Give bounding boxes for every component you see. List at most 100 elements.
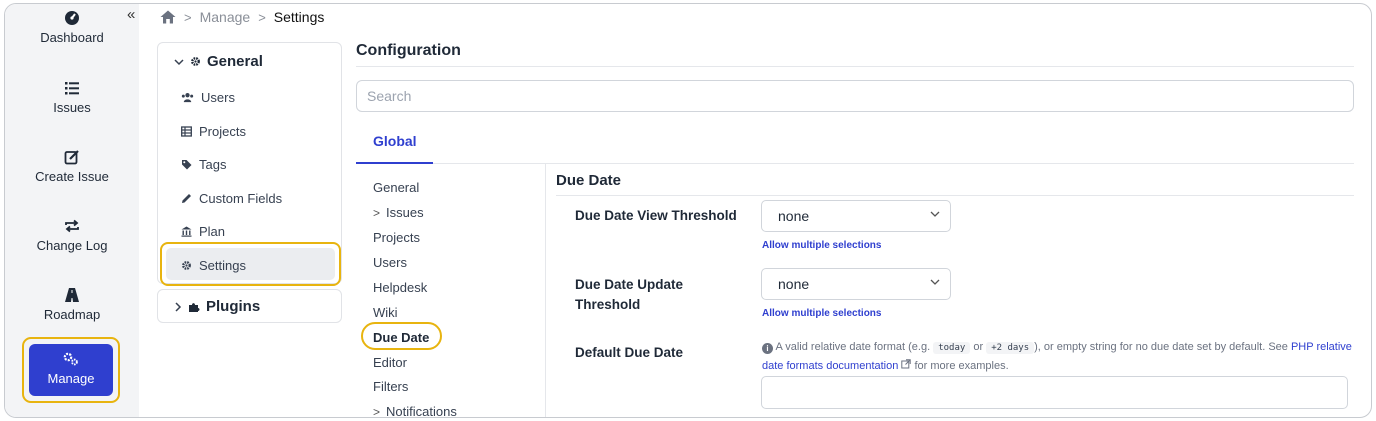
plugins-panel[interactable]: Plugins xyxy=(157,289,342,323)
rail-item-roadmap[interactable]: Roadmap xyxy=(5,287,139,322)
chevron-down-icon xyxy=(174,58,184,65)
help-text: or xyxy=(973,341,984,353)
chevron-right-icon xyxy=(175,301,182,312)
general-section-header[interactable]: General xyxy=(174,53,263,70)
breadcrumb-manage[interactable]: Manage xyxy=(200,9,251,25)
breadcrumb: > Manage > Settings xyxy=(160,9,324,25)
cogs-icon xyxy=(63,352,78,366)
rail-item-label: Roadmap xyxy=(43,307,101,322)
nav-item-settings[interactable]: Settings xyxy=(181,258,246,273)
chevron-right-icon: > xyxy=(373,405,381,418)
home-icon[interactable] xyxy=(160,10,176,24)
nav-item-custom-fields[interactable]: Custom Fields xyxy=(181,191,282,206)
label-line: Threshold xyxy=(575,297,641,312)
subnav-filters[interactable]: Filters xyxy=(373,379,408,394)
search-input[interactable] xyxy=(356,80,1354,112)
chevron-right-icon: > xyxy=(373,206,381,220)
repeat-icon xyxy=(65,219,79,233)
table-icon xyxy=(181,126,192,137)
puzzle-icon xyxy=(189,302,200,312)
subnav-general[interactable]: General xyxy=(373,180,419,195)
default-due-date-input[interactable] xyxy=(761,376,1348,409)
rail-item-label: Dashboard xyxy=(40,30,104,45)
select-value: none xyxy=(778,276,810,292)
road-icon xyxy=(65,288,79,302)
external-link-icon xyxy=(901,359,912,369)
nav-item-projects[interactable]: Projects xyxy=(181,124,246,139)
subnav-users[interactable]: Users xyxy=(373,255,407,270)
nav-item-plan[interactable]: Plan xyxy=(181,224,225,239)
section-title: Due Date xyxy=(556,172,622,189)
tags-icon xyxy=(182,160,192,170)
edit-icon xyxy=(64,150,79,165)
allow-multiple-link[interactable]: Allow multiple selections xyxy=(762,308,881,319)
tab-global[interactable]: Global xyxy=(373,133,417,149)
gear-icon xyxy=(182,261,191,270)
default-due-date-label: Default Due Date xyxy=(575,345,684,360)
breadcrumb-settings: Settings xyxy=(273,9,325,25)
list-icon xyxy=(65,82,79,95)
nav-item-label: Custom Fields xyxy=(199,191,283,206)
rail-item-label: Issues xyxy=(53,100,91,115)
allow-multiple-link[interactable]: Allow multiple selections xyxy=(762,240,881,251)
subnav-due-date[interactable]: Due Date xyxy=(373,330,429,345)
rail-item-create-issue[interactable]: Create Issue xyxy=(5,149,139,184)
page-title: Configuration xyxy=(356,42,461,59)
app-window: « Dashboard Issues Create Issue Change L… xyxy=(4,3,1372,418)
rail-item-label: Create Issue xyxy=(35,169,109,184)
chevron-down-icon xyxy=(930,211,940,217)
left-rail: « Dashboard Issues Create Issue Change L… xyxy=(5,4,139,417)
select-value: none xyxy=(778,208,810,224)
chevron-right-icon: > xyxy=(258,9,266,25)
section-divider xyxy=(556,195,1354,196)
nav-item-label: Settings xyxy=(199,258,246,273)
info-icon: i xyxy=(762,343,773,354)
gear-icon xyxy=(191,57,200,66)
general-label: General xyxy=(207,53,263,70)
subnav-label: Issues xyxy=(386,205,424,220)
nav-item-label: Plan xyxy=(199,224,226,239)
dashboard-icon xyxy=(65,11,79,25)
rail-item-label: Change Log xyxy=(36,238,108,253)
help-text: for more examples. xyxy=(914,360,1009,372)
nav-item-label: Projects xyxy=(199,124,246,139)
bank-icon xyxy=(181,226,192,237)
nav-item-label: Tags xyxy=(199,157,227,172)
update-threshold-label: Due Date Update Threshold xyxy=(575,275,683,315)
label-line: Due Date Update xyxy=(575,277,684,292)
tab-divider xyxy=(356,163,1354,164)
default-due-date-help: i A valid relative date format (e.g. tod… xyxy=(762,338,1357,375)
plugins-label: Plugins xyxy=(206,298,261,315)
nav-item-users[interactable]: Users xyxy=(181,90,235,105)
subnav-wiki[interactable]: Wiki xyxy=(373,305,398,320)
view-threshold-select[interactable]: none xyxy=(761,200,951,232)
subnav-label: Notifications xyxy=(386,404,457,418)
update-threshold-select[interactable]: none xyxy=(761,268,951,300)
tab-active-indicator xyxy=(356,162,433,164)
rail-item-dashboard[interactable]: Dashboard xyxy=(5,10,139,45)
nav-item-label: Users xyxy=(201,90,235,105)
subnav-issues[interactable]: > Issues xyxy=(373,205,424,220)
subnav-notifications[interactable]: > Notifications xyxy=(373,404,457,418)
pencil-icon xyxy=(182,194,191,203)
rail-item-label: Manage xyxy=(47,371,95,386)
subnav-editor[interactable]: Editor xyxy=(373,355,407,370)
subnav-helpdesk[interactable]: Helpdesk xyxy=(373,280,427,295)
view-threshold-label: Due Date View Threshold xyxy=(575,208,737,223)
plugins-section-header[interactable]: Plugins xyxy=(174,298,260,315)
rail-item-manage[interactable]: Manage xyxy=(29,344,113,396)
users-icon xyxy=(181,93,194,103)
help-text: ), or empty string for no due date set b… xyxy=(1034,341,1288,353)
code-sample: +2 days xyxy=(986,342,1035,354)
code-sample: today xyxy=(933,342,971,354)
rail-item-issues[interactable]: Issues xyxy=(5,80,139,115)
chevron-down-icon xyxy=(930,279,940,285)
help-text: A valid relative date format (e.g. xyxy=(775,341,931,353)
nav-item-tags[interactable]: Tags xyxy=(181,157,226,172)
rail-item-change-log[interactable]: Change Log xyxy=(5,218,139,253)
chevron-right-icon: > xyxy=(184,9,192,25)
subnav-divider xyxy=(545,164,546,417)
subnav-projects[interactable]: Projects xyxy=(373,230,420,245)
divider xyxy=(356,66,1354,67)
manage-highlight: Manage xyxy=(22,337,120,403)
